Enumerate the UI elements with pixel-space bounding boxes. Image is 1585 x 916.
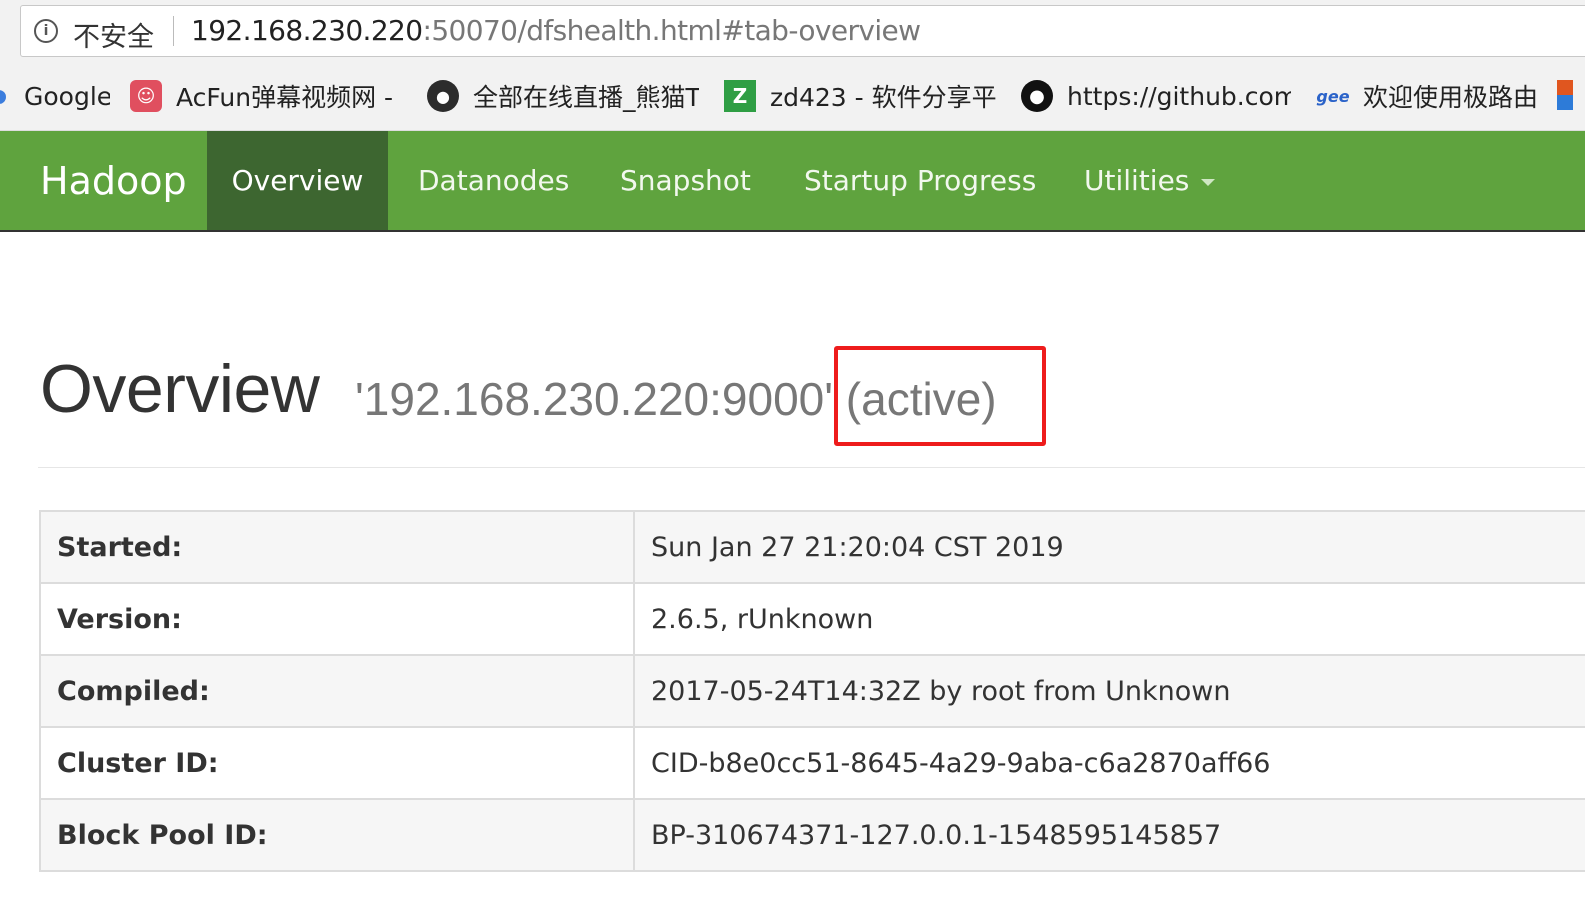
bookmark-gee[interactable]: gee 欢迎使用极路由	[1316, 78, 1537, 114]
bookmark-panda-tv[interactable]: ● 全部在线直播_熊猫TV	[427, 78, 699, 114]
security-label[interactable]: 不安全	[73, 15, 154, 54]
page-title: Overview	[40, 351, 320, 427]
nav-startup-progress[interactable]: Startup Progress	[804, 131, 1036, 230]
bookmark-label: 欢迎使用极路由	[1363, 83, 1537, 112]
url-host: 192.168.230.220	[191, 14, 423, 47]
row-value: 2017-05-24T14:32Z by root from Unknown	[633, 654, 1585, 728]
brand-link[interactable]: Hadoop	[40, 159, 187, 203]
row-key: Block Pool ID:	[39, 798, 635, 872]
row-value: BP-310674371-127.0.0.1-1548595145857	[633, 798, 1585, 872]
table-row: Block Pool ID: BP-310674371-127.0.0.1-15…	[39, 798, 1585, 872]
table-row: Cluster ID: CID-b8e0cc51-8645-4a29-9aba-…	[39, 726, 1585, 800]
bookmark-github[interactable]: ● https://github.com/	[1021, 78, 1291, 114]
row-key: Compiled:	[39, 654, 635, 728]
overview-table: Started: Sun Jan 27 21:20:04 CST 2019 Ve…	[39, 510, 1585, 872]
github-icon: ●	[1021, 80, 1053, 112]
bookmark-partial-icon	[0, 90, 6, 104]
bookmark-zd423[interactable]: Z zd423 - 软件分享平台	[724, 78, 996, 114]
hadoop-navbar: Hadoop Overview Datanodes Snapshot Start…	[0, 131, 1585, 232]
table-row: Started: Sun Jan 27 21:20:04 CST 2019	[39, 510, 1585, 584]
caret-down-icon	[1201, 178, 1216, 186]
url-path: :50070/dfshealth.html#tab-overview	[422, 14, 921, 47]
header-divider	[38, 467, 1585, 468]
bookmark-label: AcFun弹幕视频网 - 认	[176, 83, 402, 112]
acfun-icon: ☺	[130, 80, 162, 112]
nav-utilities[interactable]: Utilities	[1084, 131, 1216, 230]
nav-snapshot[interactable]: Snapshot	[620, 131, 751, 230]
bookmark-acfun[interactable]: ☺ AcFun弹幕视频网 - 认	[130, 78, 402, 114]
row-key: Started:	[39, 510, 635, 584]
bookmarks-bar: Google ☺ AcFun弹幕视频网 - 认 ● 全部在线直播_熊猫TV Z …	[0, 66, 1585, 131]
nav-overview[interactable]: Overview	[207, 131, 388, 230]
address-separator	[173, 16, 174, 46]
nav-datanodes[interactable]: Datanodes	[418, 131, 569, 230]
gee-icon: gee	[1316, 86, 1350, 106]
url-text[interactable]: 192.168.230.220:50070/dfshealth.html#tab…	[191, 14, 921, 47]
panda-tv-icon: ●	[427, 80, 459, 112]
address-bar[interactable]: i 不安全 192.168.230.220:50070/dfshealth.ht…	[20, 5, 1585, 57]
bookmark-google[interactable]: Google	[24, 78, 110, 114]
row-key: Version:	[39, 582, 635, 656]
zd423-icon: Z	[724, 80, 756, 112]
bookmark-label: 全部在线直播_熊猫TV	[473, 83, 699, 112]
table-row: Compiled: 2017-05-24T14:32Z by root from…	[39, 654, 1585, 728]
row-value: CID-b8e0cc51-8645-4a29-9aba-c6a2870aff66	[633, 726, 1585, 800]
bookmark-overflow-icon[interactable]	[1557, 80, 1573, 110]
browser-toolbar: i 不安全 192.168.230.220:50070/dfshealth.ht…	[0, 0, 1585, 66]
bookmark-label: Google	[24, 81, 110, 111]
bookmark-label: zd423 - 软件分享平台	[770, 83, 996, 112]
info-icon[interactable]: i	[34, 19, 58, 43]
row-value: 2.6.5, rUnknown	[633, 582, 1585, 656]
table-row: Version: 2.6.5, rUnknown	[39, 582, 1585, 656]
nav-utilities-label: Utilities	[1084, 164, 1190, 197]
annotation-highlight-box	[834, 346, 1046, 446]
row-value: Sun Jan 27 21:20:04 CST 2019	[633, 510, 1585, 584]
bookmark-label: https://github.com/	[1067, 81, 1291, 111]
row-key: Cluster ID:	[39, 726, 635, 800]
